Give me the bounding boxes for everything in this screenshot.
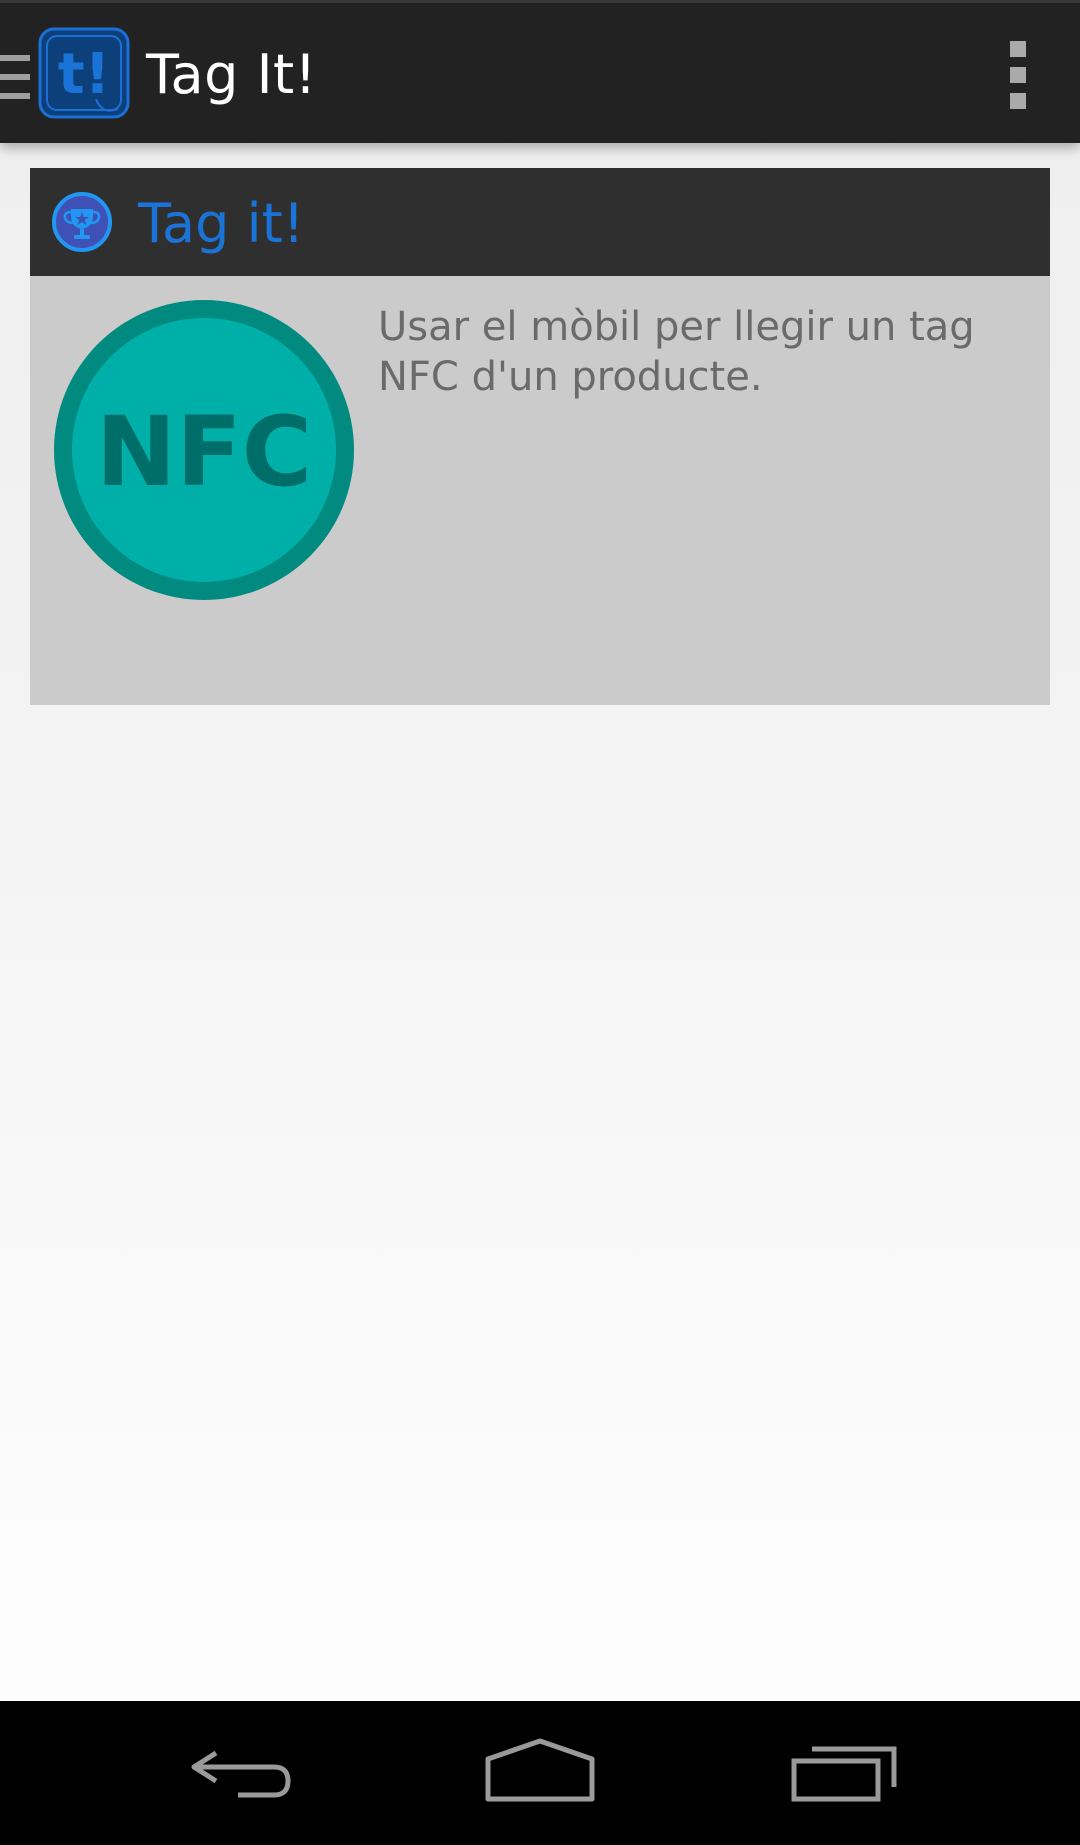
back-icon[interactable] <box>186 1737 296 1809</box>
svg-text:t!: t! <box>58 42 110 107</box>
app-logo-icon[interactable]: t! <box>36 25 132 121</box>
svg-text:NFC: NFC <box>96 396 312 508</box>
card-title: Tag it! <box>138 192 305 255</box>
trophy-icon <box>52 192 112 252</box>
home-icon[interactable] <box>485 1737 595 1809</box>
card-description: Usar el mòbil per llegir un tag NFC d'un… <box>378 304 975 400</box>
tag-it-card[interactable]: Tag it! NFC Usar el mòbil per llegir un … <box>30 168 1050 705</box>
overflow-menu-icon[interactable] <box>1006 41 1030 109</box>
drawer-menu-icon[interactable] <box>0 55 30 99</box>
action-bar: t! Tag It! <box>0 0 1080 143</box>
card-header: Tag it! <box>30 168 1050 276</box>
recents-icon[interactable] <box>790 1737 900 1809</box>
navigation-bar <box>0 1701 1080 1845</box>
nfc-icon: NFC <box>54 300 354 600</box>
app-title: Tag It! <box>146 43 317 106</box>
